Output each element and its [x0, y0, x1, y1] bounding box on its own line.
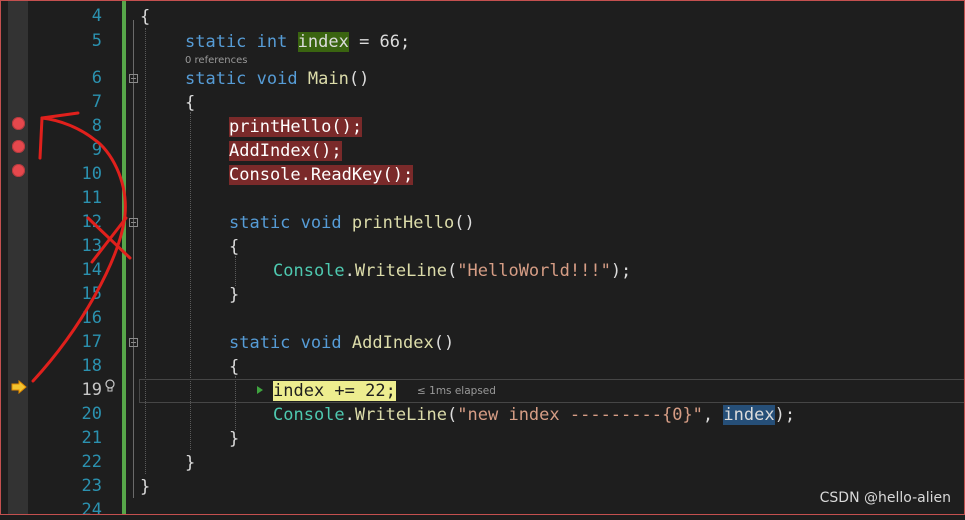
- annotation-curve: [31, 116, 127, 383]
- annotation-arrowhead: [38, 116, 44, 160]
- red-annotation-overlay: [31, 111, 132, 383]
- annotation-arrowhead: [40, 111, 80, 120]
